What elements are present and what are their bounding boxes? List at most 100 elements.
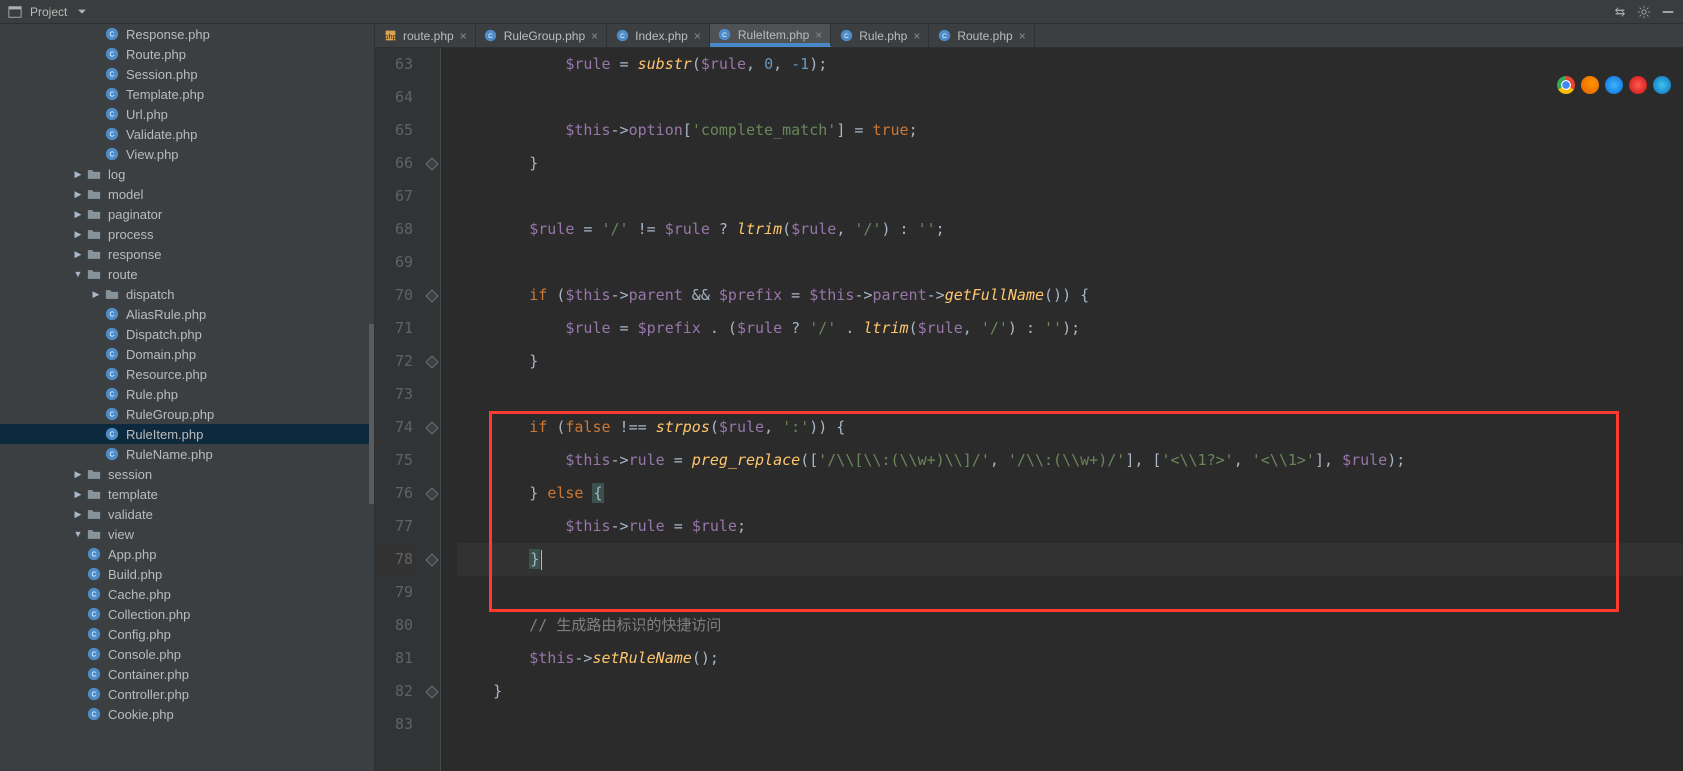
minimize-icon[interactable] xyxy=(1659,3,1677,21)
code-line[interactable] xyxy=(457,180,1683,213)
tree-folder[interactable]: ▶log xyxy=(0,164,369,184)
editor-tab[interactable]: CIndex.php× xyxy=(607,24,710,47)
tree-folder[interactable]: ▶process xyxy=(0,224,369,244)
tree-file[interactable]: CCollection.php xyxy=(0,604,369,624)
tree-folder[interactable]: ▶dispatch xyxy=(0,284,369,304)
ie-icon[interactable] xyxy=(1653,76,1671,94)
close-icon[interactable]: × xyxy=(913,29,920,43)
code-line[interactable]: $rule = '/' != $rule ? ltrim($rule, '/')… xyxy=(457,213,1683,246)
fold-marker-icon[interactable] xyxy=(425,157,439,171)
tree-file[interactable]: CConsole.php xyxy=(0,644,369,664)
tree-file[interactable]: CCookie.php xyxy=(0,704,369,724)
tree-scrollbar-thumb[interactable] xyxy=(369,324,374,504)
code-line-current[interactable]: } xyxy=(457,543,1683,576)
tree-file[interactable]: CDomain.php xyxy=(0,344,369,364)
tree-file[interactable]: CContainer.php xyxy=(0,664,369,684)
fold-marker-icon[interactable] xyxy=(425,685,439,699)
tree-folder[interactable]: ▶template xyxy=(0,484,369,504)
fold-column[interactable] xyxy=(423,48,441,771)
tree-arrow-icon[interactable]: ▶ xyxy=(72,209,84,220)
code-line[interactable]: if ($this->parent && $prefix = $this->pa… xyxy=(457,279,1683,312)
code-line[interactable] xyxy=(457,708,1683,741)
tree-file[interactable]: CBuild.php xyxy=(0,564,369,584)
tree-folder[interactable]: ▶paginator xyxy=(0,204,369,224)
code-line[interactable]: $this->rule = $rule; xyxy=(457,510,1683,543)
tree-file[interactable]: CCache.php xyxy=(0,584,369,604)
tree-file[interactable]: CAliasRule.php xyxy=(0,304,369,324)
tree-file[interactable]: CView.php xyxy=(0,144,369,164)
tree-arrow-icon[interactable]: ▶ xyxy=(90,289,102,300)
tree-file[interactable]: CSession.php xyxy=(0,64,369,84)
close-icon[interactable]: × xyxy=(1019,29,1026,43)
code-line[interactable] xyxy=(457,246,1683,279)
project-label[interactable]: Project xyxy=(30,5,67,19)
tree-arrow-icon[interactable]: ▶ xyxy=(72,469,84,480)
chrome-icon[interactable] xyxy=(1557,76,1575,94)
tree-arrow-icon[interactable]: ▶ xyxy=(72,229,84,240)
code-line[interactable]: $this->option['complete_match'] = true; xyxy=(457,114,1683,147)
tree-scrollbar[interactable] xyxy=(369,24,374,771)
tree-folder[interactable]: ▶validate xyxy=(0,504,369,524)
tree-file[interactable]: CTemplate.php xyxy=(0,84,369,104)
tree-folder[interactable]: ▶response xyxy=(0,244,369,264)
opera-icon[interactable] xyxy=(1629,76,1647,94)
close-icon[interactable]: × xyxy=(694,29,701,43)
code-line[interactable]: $rule = $prefix . ($rule ? '/' . ltrim($… xyxy=(457,312,1683,345)
tree-folder[interactable]: ▼route xyxy=(0,264,369,284)
tree-file[interactable]: CRuleName.php xyxy=(0,444,369,464)
tree-file[interactable]: CRuleGroup.php xyxy=(0,404,369,424)
tree-file[interactable]: CValidate.php xyxy=(0,124,369,144)
code-line[interactable] xyxy=(457,576,1683,609)
gear-icon[interactable] xyxy=(1635,3,1653,21)
code-line[interactable]: $this->rule = preg_replace(['/\\[\\:(\\w… xyxy=(457,444,1683,477)
code-line[interactable]: $this->setRuleName(); xyxy=(457,642,1683,675)
editor-tab[interactable]: CRoute.php× xyxy=(929,24,1034,47)
code-line[interactable] xyxy=(457,378,1683,411)
tree-file[interactable]: CConfig.php xyxy=(0,624,369,644)
tree-file[interactable]: CApp.php xyxy=(0,544,369,564)
fold-marker-icon[interactable] xyxy=(425,487,439,501)
tree-file[interactable]: CResponse.php xyxy=(0,24,369,44)
tree-file[interactable]: CRuleItem.php xyxy=(0,424,369,444)
editor-tab[interactable]: CRule.php× xyxy=(831,24,929,47)
tree-file[interactable]: CUrl.php xyxy=(0,104,369,124)
fold-marker-icon[interactable] xyxy=(425,553,439,567)
code-line[interactable]: } else { xyxy=(457,477,1683,510)
tree-file[interactable]: CController.php xyxy=(0,684,369,704)
fold-marker-icon[interactable] xyxy=(425,289,439,303)
tree-file[interactable]: CRoute.php xyxy=(0,44,369,64)
tree-arrow-icon[interactable]: ▶ xyxy=(72,169,84,180)
code-line[interactable] xyxy=(457,81,1683,114)
tree-arrow-icon[interactable]: ▶ xyxy=(72,489,84,500)
dropdown-icon[interactable] xyxy=(73,3,91,21)
tree-file[interactable]: CRule.php xyxy=(0,384,369,404)
firefox-icon[interactable] xyxy=(1581,76,1599,94)
code-line[interactable]: } xyxy=(457,345,1683,378)
code-line[interactable]: } xyxy=(457,147,1683,180)
tree-folder[interactable]: ▶session xyxy=(0,464,369,484)
code-line[interactable]: if (false !== strpos($rule, ':')) { xyxy=(457,411,1683,444)
close-icon[interactable]: × xyxy=(591,29,598,43)
tree-arrow-icon[interactable]: ▶ xyxy=(72,509,84,520)
project-tree[interactable]: CResponse.phpCRoute.phpCSession.phpCTemp… xyxy=(0,24,369,724)
close-icon[interactable]: × xyxy=(460,29,467,43)
tree-file[interactable]: CResource.php xyxy=(0,364,369,384)
code-area[interactable]: $rule = substr($rule, 0, -1); $this->opt… xyxy=(441,48,1683,771)
code-line[interactable]: } xyxy=(457,675,1683,708)
tree-arrow-icon[interactable]: ▶ xyxy=(72,249,84,260)
safari-icon[interactable] xyxy=(1605,76,1623,94)
code-line[interactable]: // 生成路由标识的快捷访问 xyxy=(457,609,1683,642)
tree-arrow-icon[interactable]: ▼ xyxy=(72,269,84,279)
fold-marker-icon[interactable] xyxy=(425,355,439,369)
editor-tab[interactable]: CRuleItem.php× xyxy=(710,24,831,47)
close-icon[interactable]: × xyxy=(815,28,822,42)
collapse-icon[interactable] xyxy=(1611,3,1629,21)
tree-arrow-icon[interactable]: ▶ xyxy=(72,189,84,200)
fold-marker-icon[interactable] xyxy=(425,421,439,435)
tree-arrow-icon[interactable]: ▼ xyxy=(72,529,84,539)
editor-tab[interactable]: CRuleGroup.php× xyxy=(476,24,607,47)
tree-folder[interactable]: ▼view xyxy=(0,524,369,544)
tree-folder[interactable]: ▶model xyxy=(0,184,369,204)
code-line[interactable]: $rule = substr($rule, 0, -1); xyxy=(457,48,1683,81)
tree-file[interactable]: CDispatch.php xyxy=(0,324,369,344)
